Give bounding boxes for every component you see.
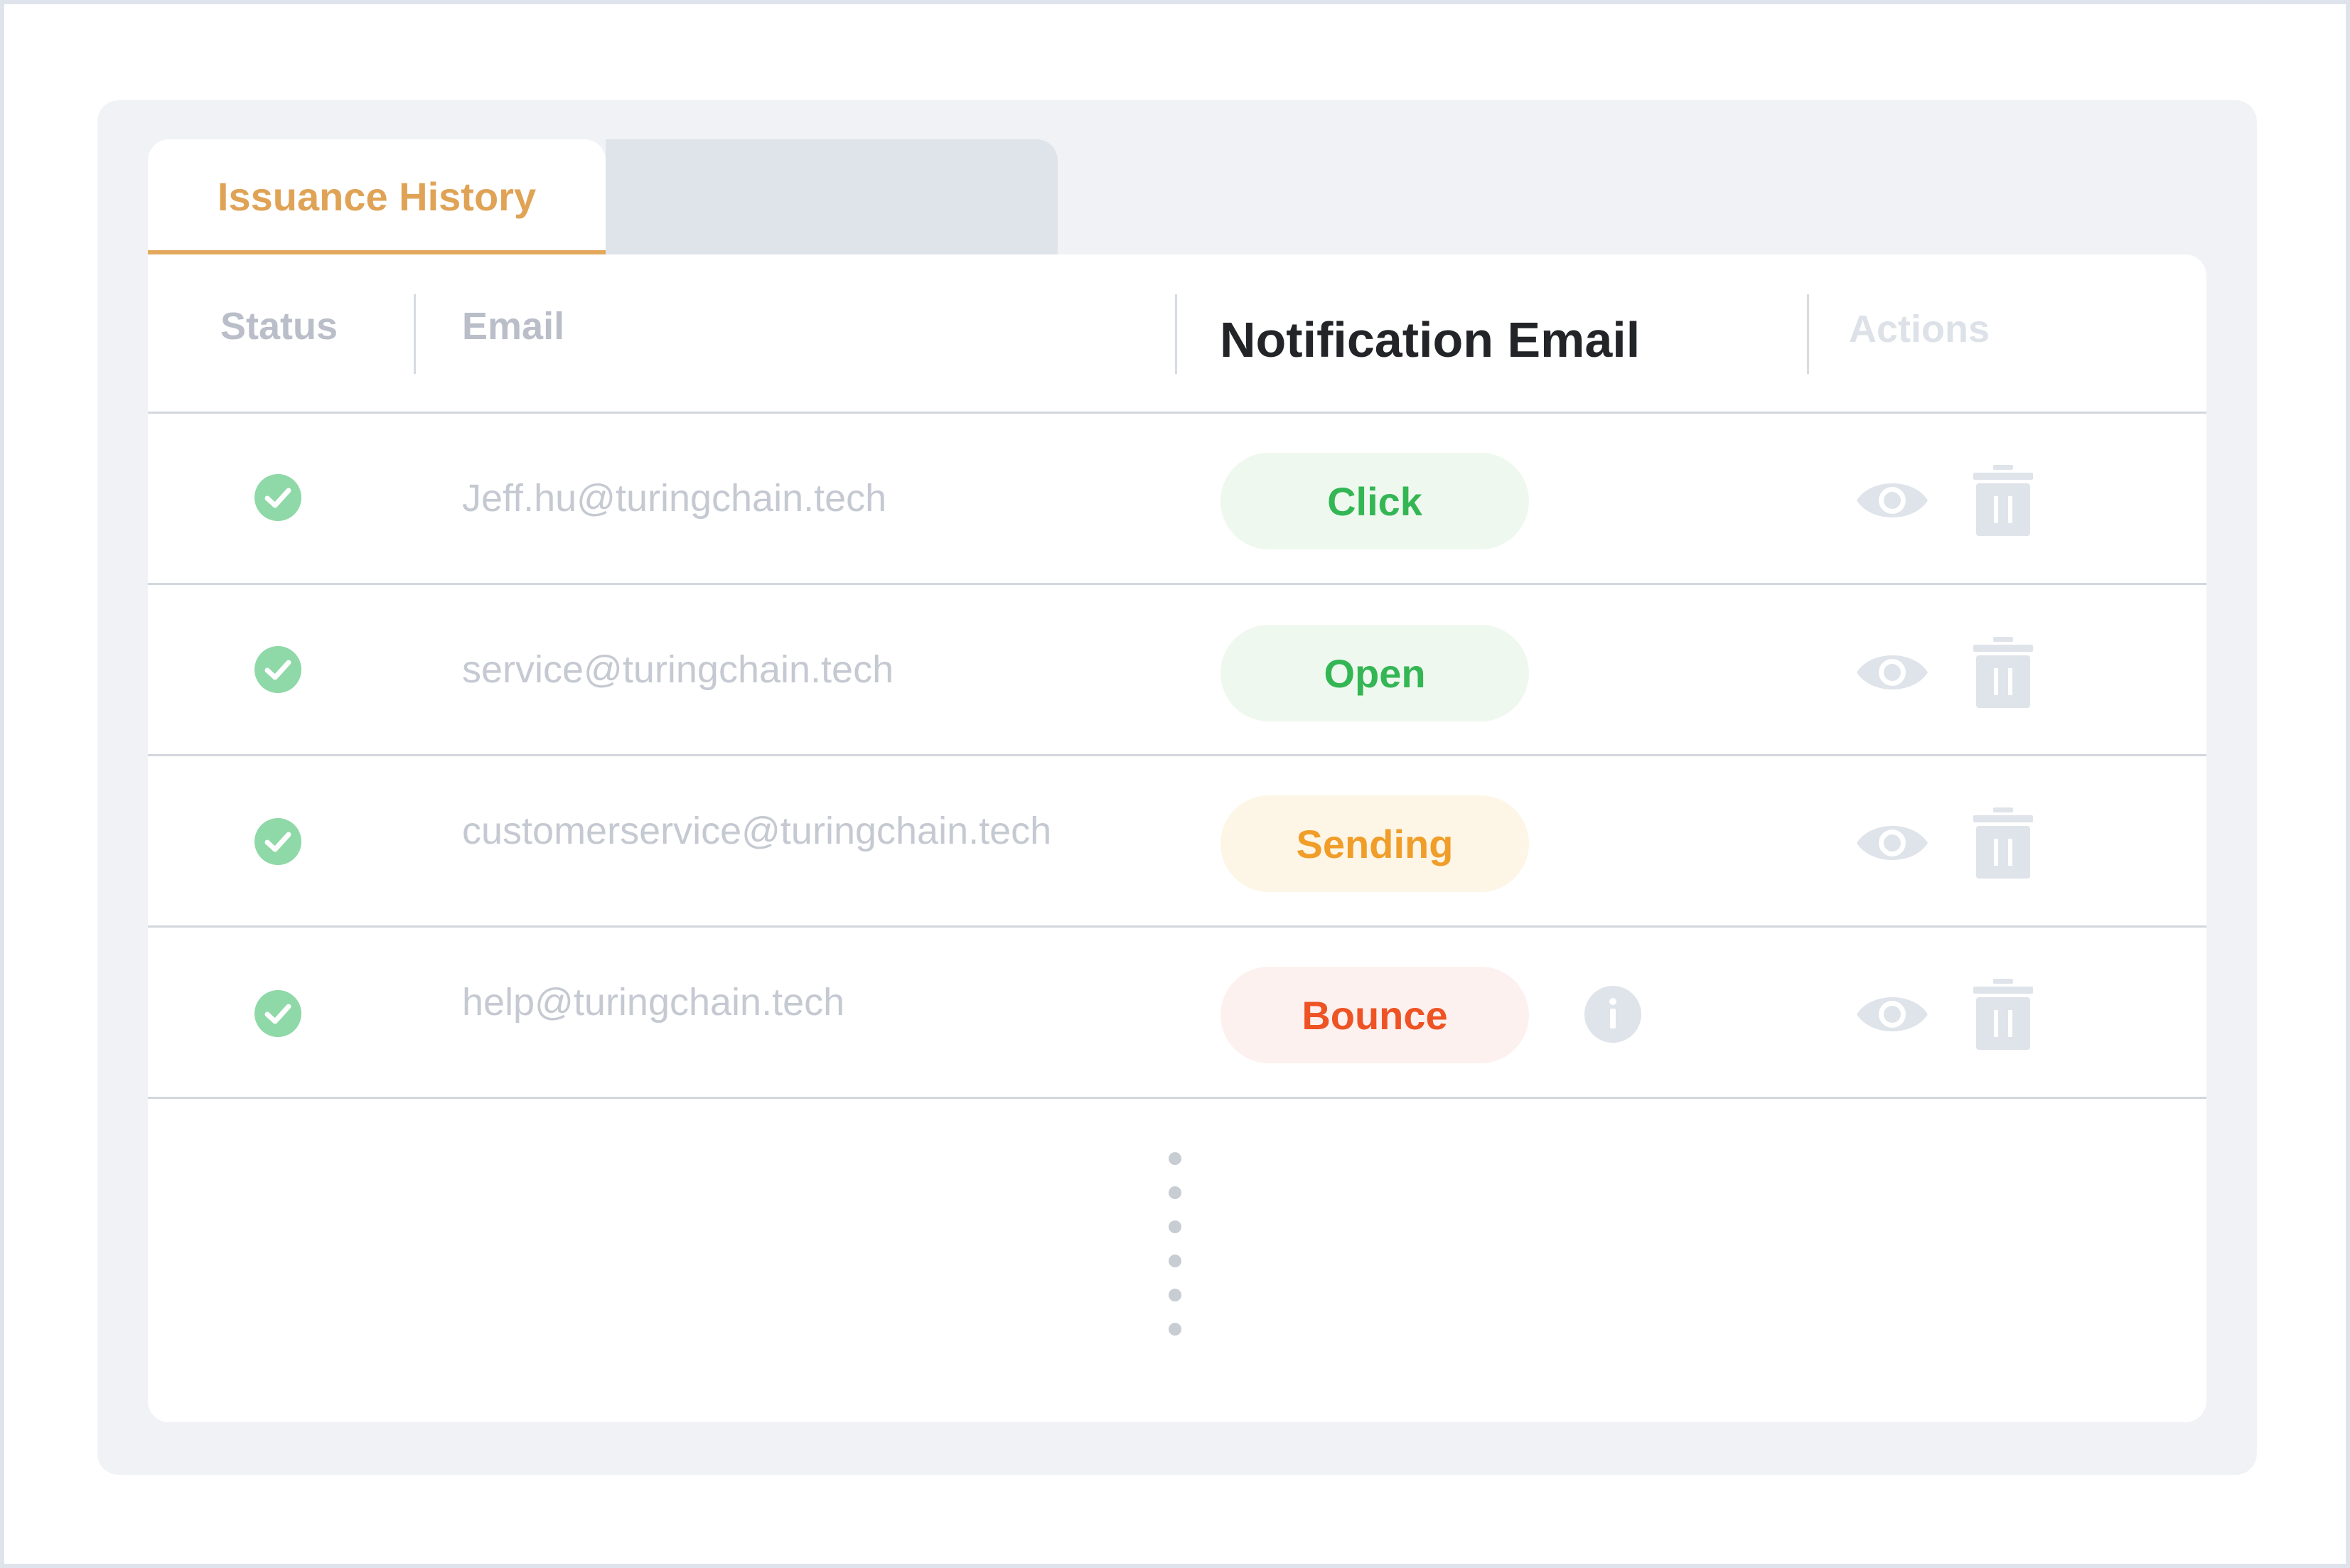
check-circle-icon xyxy=(254,818,301,865)
table-row: service@turingchain.tech Open xyxy=(148,585,2206,756)
column-header-actions: Actions xyxy=(1849,308,1990,350)
column-divider xyxy=(414,294,416,374)
check-circle-icon xyxy=(254,646,301,693)
table-row: help@turingchain.tech Bounce xyxy=(148,928,2206,1099)
vertical-ellipsis-icon xyxy=(1169,1152,1181,1336)
email-address: customerservice@turingchain.tech xyxy=(462,810,1052,852)
email-address: help@turingchain.tech xyxy=(462,981,845,1024)
column-header-status: Status xyxy=(220,305,338,348)
notification-status-badge: Sending xyxy=(1220,795,1529,892)
column-divider xyxy=(1175,294,1177,374)
trash-icon[interactable] xyxy=(1973,807,2033,879)
notification-status-badge: Open xyxy=(1220,625,1529,721)
check-circle-icon xyxy=(254,474,301,521)
eye-icon[interactable] xyxy=(1855,817,1929,869)
column-header-notification-email: Notification Email xyxy=(1220,312,1641,367)
email-address: service@turingchain.tech xyxy=(462,648,894,691)
trash-icon[interactable] xyxy=(1973,465,2033,536)
tab-issuance-history[interactable]: Issuance History xyxy=(148,139,606,254)
eye-icon[interactable] xyxy=(1855,988,1929,1041)
eye-icon[interactable] xyxy=(1855,474,1929,527)
check-circle-icon xyxy=(254,990,301,1037)
email-address: Jeff.hu@turingchain.tech xyxy=(462,477,887,520)
tab-secondary[interactable] xyxy=(606,139,1058,254)
notification-status-badge: Click xyxy=(1220,453,1529,549)
table-header: Status Email Notification Email Actions xyxy=(148,254,2206,414)
tab-issuance-history-label: Issuance History xyxy=(217,173,537,219)
issuance-table-card: Status Email Notification Email Actions … xyxy=(148,254,2206,1422)
table-row: customerservice@turingchain.tech Sending xyxy=(148,756,2206,928)
eye-icon[interactable] xyxy=(1855,646,1929,699)
table-row: Jeff.hu@turingchain.tech Click xyxy=(148,414,2206,585)
info-icon[interactable] xyxy=(1584,986,1641,1043)
notification-status-badge: Bounce xyxy=(1220,967,1529,1063)
column-header-email: Email xyxy=(462,305,565,348)
page-frame: Issuance History Status Email Notificati… xyxy=(0,0,2350,1568)
trash-icon[interactable] xyxy=(1973,637,2033,708)
trash-icon[interactable] xyxy=(1973,979,2033,1050)
column-divider xyxy=(1807,294,1809,374)
